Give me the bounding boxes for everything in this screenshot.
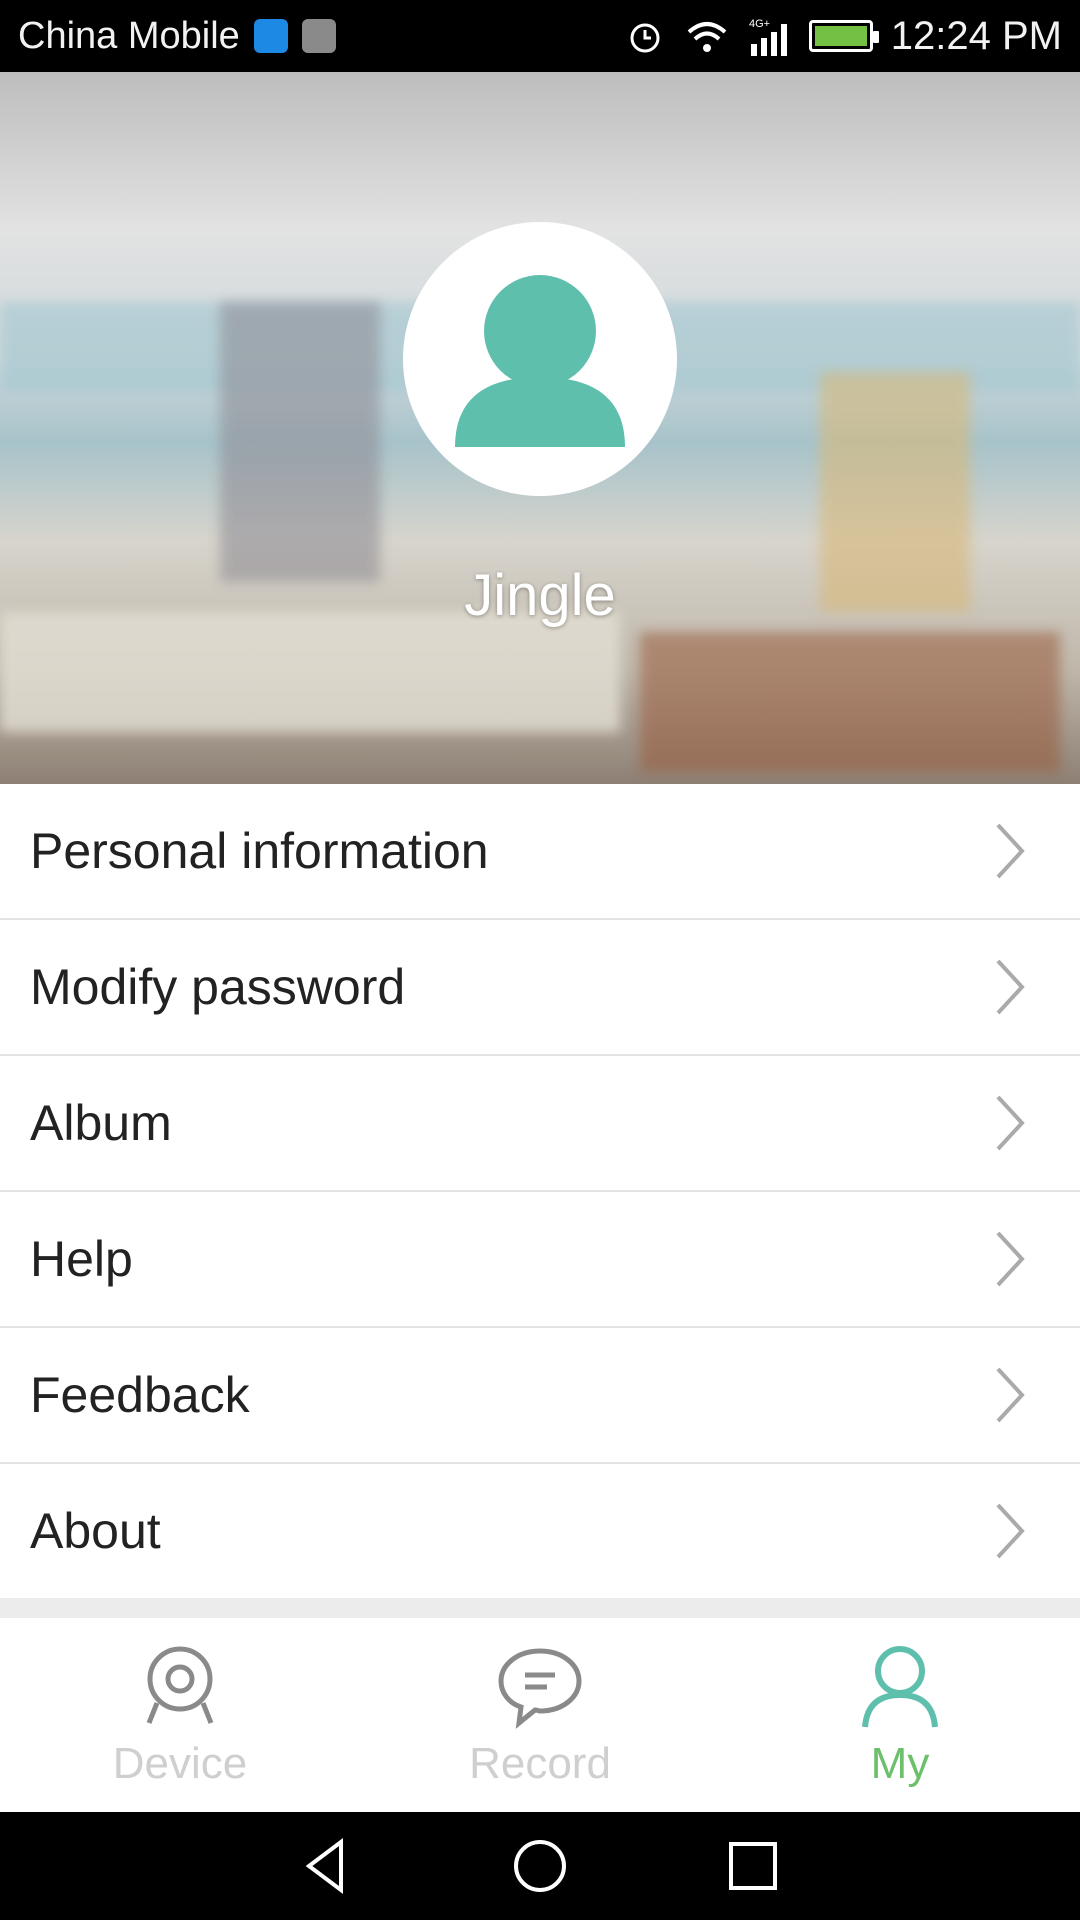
bottom-tab-bar: Device Record My (0, 1618, 1080, 1812)
clock: 12:24 PM (890, 13, 1062, 58)
wifi-icon (687, 22, 727, 52)
menu-item-label: Album (30, 1095, 172, 1151)
menu-item-label: Personal information (30, 823, 489, 879)
back-icon[interactable] (297, 1836, 357, 1896)
tab-label: Device (112, 1739, 248, 1788)
menu-item-label: Modify password (30, 959, 406, 1015)
camera-icon (146, 1646, 214, 1724)
menu-item-help[interactable]: Help (0, 1192, 1080, 1328)
tab-my[interactable]: My (720, 1618, 1080, 1812)
status-bar: China Mobile 4G+ 12:24 PM (0, 0, 1080, 72)
system-nav-bar (0, 1812, 1080, 1920)
menu-item-personal-information[interactable]: Personal information (0, 784, 1080, 920)
chevron-right-icon (996, 1231, 1025, 1287)
tab-record[interactable]: Record (360, 1618, 720, 1812)
chevron-right-icon (996, 1367, 1025, 1423)
menu-item-about[interactable]: About (0, 1464, 1080, 1600)
background-building (220, 302, 380, 582)
menu-item-label: About (30, 1503, 161, 1559)
home-icon[interactable] (510, 1836, 570, 1896)
menu-item-album[interactable]: Album (0, 1056, 1080, 1192)
menu-item-modify-password[interactable]: Modify password (0, 920, 1080, 1056)
chevron-right-icon (996, 1095, 1025, 1151)
avatar[interactable] (403, 222, 677, 496)
divider (0, 1598, 1080, 1618)
tab-label: My (870, 1739, 930, 1788)
background-table (640, 632, 1060, 772)
username: Jingle (464, 563, 616, 628)
menu-item-feedback[interactable]: Feedback (0, 1328, 1080, 1464)
battery-icon (808, 20, 879, 52)
chevron-right-icon (996, 959, 1025, 1015)
carrier-name: China Mobile (18, 14, 240, 57)
chat-bubble-icon (498, 1648, 582, 1729)
tab-label: Record (469, 1739, 611, 1788)
chevron-right-icon (996, 1503, 1025, 1559)
person-icon (455, 275, 625, 447)
signal-icon: 4G+ (749, 18, 787, 56)
person-icon (862, 1646, 938, 1728)
usb-icon (253, 19, 288, 53)
settings-menu: Personal information Modify password Alb… (0, 784, 1080, 1600)
profile-header: Jingle (0, 72, 1080, 784)
menu-item-label: Help (30, 1231, 133, 1287)
svg-text:4G+: 4G+ (749, 18, 770, 30)
recents-icon[interactable] (723, 1836, 783, 1896)
background-sofa (0, 612, 620, 732)
alarm-icon (630, 23, 660, 53)
chevron-right-icon (996, 823, 1025, 879)
menu-item-label: Feedback (30, 1367, 250, 1423)
tab-device[interactable]: Device (0, 1618, 360, 1812)
image-icon (301, 19, 336, 53)
